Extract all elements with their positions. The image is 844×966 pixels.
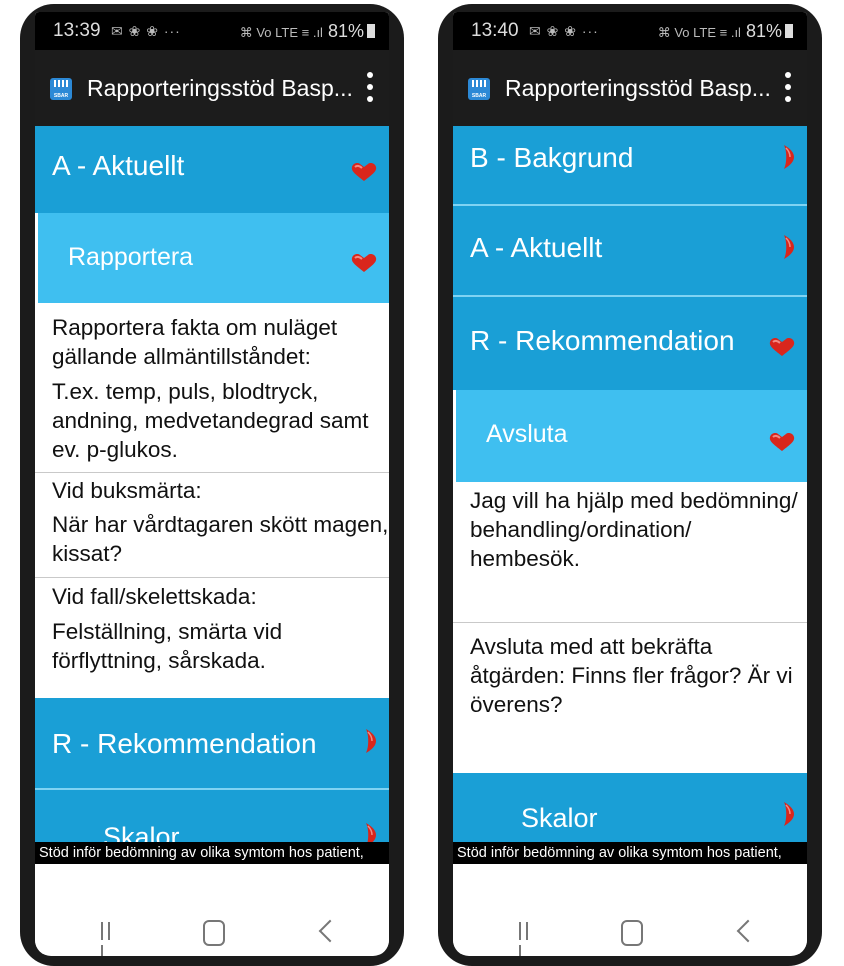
section-a-aktuellt[interactable]: A - Aktuellt bbox=[35, 126, 389, 213]
app-bar: SBAR Rapporteringsstöd Basp... bbox=[35, 50, 389, 126]
subsection-rapportera[interactable]: Rapportera bbox=[35, 213, 389, 303]
divider bbox=[453, 622, 807, 623]
section-label: Skalor bbox=[521, 803, 598, 833]
text-line: T.ex. temp, puls, blodtryck, bbox=[52, 379, 319, 404]
status-time: 13:40 bbox=[471, 20, 519, 41]
subsection-label: Avsluta bbox=[486, 420, 568, 448]
home-icon[interactable] bbox=[203, 920, 225, 946]
content-block: Avsluta med att bekräfta åtgärden: Finns… bbox=[453, 632, 807, 719]
status-bar: 13:40 ✉ ❀ ❀ ··· ⌘ Vo LTE ≡ .ıl 81% bbox=[453, 12, 807, 50]
text-line: Avsluta med att bekräfta bbox=[470, 634, 713, 659]
battery-level: 81% bbox=[327, 21, 364, 41]
app-title: Rapporteringsstöd Basp... bbox=[87, 75, 353, 101]
phone-right: 13:40 ✉ ❀ ❀ ··· ⌘ Vo LTE ≡ .ıl 81% SBAR … bbox=[438, 4, 822, 966]
status-right: ⌘ Vo LTE ≡ .ıl 81% bbox=[240, 12, 375, 52]
phone-screen: 13:39 ✉ ❀ ❀ ··· ⌘ Vo LTE ≡ .ıl 81% SBAR … bbox=[35, 12, 389, 956]
accordion-content: B - Bakgrund A - Aktuellt R - Rekommenda… bbox=[453, 126, 807, 956]
accordion-content: A - Aktuellt Rapportera Rapportera fakta… bbox=[35, 126, 389, 956]
footer-subtitle: Stöd inför bedömning av olika symtom hos… bbox=[35, 842, 389, 864]
notification-icons: ✉ ❀ ❀ ··· bbox=[111, 23, 181, 39]
text-line: förflyttning, sårskada. bbox=[52, 648, 266, 673]
text-line: åtgärden: Finns fler frågor? Är vi bbox=[470, 663, 793, 688]
content-block: Vid fall/skelettskada: bbox=[35, 582, 389, 611]
content-block: Felställning, smärta vid förflyttning, s… bbox=[35, 617, 389, 675]
text-line: Felställning, smärta vid bbox=[52, 619, 283, 644]
phone-screen: 13:40 ✉ ❀ ❀ ··· ⌘ Vo LTE ≡ .ıl 81% SBAR … bbox=[453, 12, 807, 956]
footer-subtitle: Stöd inför bedömning av olika symtom hos… bbox=[453, 842, 807, 864]
section-r-rekommendation[interactable]: R - Rekommendation bbox=[453, 297, 807, 390]
heart-expanded-icon bbox=[769, 338, 795, 356]
section-r-rekommendation[interactable]: R - Rekommendation bbox=[35, 698, 389, 790]
text-line: ev. p-glukos. bbox=[52, 437, 178, 462]
text-line: När har vårdtagaren skött magen, bbox=[52, 512, 389, 537]
text-line: Rapportera fakta om nuläget bbox=[52, 315, 338, 340]
subsection-label: Rapportera bbox=[68, 243, 194, 271]
network-icons: ⌘ Vo LTE ≡ .ıl bbox=[657, 25, 741, 40]
back-icon[interactable] bbox=[318, 919, 342, 943]
battery-icon bbox=[785, 24, 793, 38]
app-logo-icon: SBAR bbox=[468, 78, 490, 100]
app-title: Rapporteringsstöd Basp... bbox=[505, 75, 771, 101]
app-bar: SBAR Rapporteringsstöd Basp... bbox=[453, 50, 807, 126]
text-line: kissat? bbox=[52, 541, 123, 566]
section-a-aktuellt[interactable]: A - Aktuellt bbox=[453, 206, 807, 297]
overflow-menu-icon[interactable] bbox=[367, 72, 373, 102]
status-time: 13:39 bbox=[53, 20, 101, 41]
text-line: andning, medvetandegrad samt bbox=[52, 408, 369, 433]
section-label: R - Rekommendation bbox=[52, 728, 317, 759]
chevron-right-icon bbox=[784, 802, 794, 826]
android-nav-bar bbox=[453, 864, 807, 956]
section-label: A - Aktuellt bbox=[52, 150, 185, 181]
heart-expanded-icon bbox=[769, 433, 795, 451]
text-line: behandling/ordination/ bbox=[470, 517, 692, 542]
heart-expanded-icon bbox=[351, 163, 377, 181]
divider bbox=[35, 472, 389, 473]
section-label: A - Aktuellt bbox=[470, 232, 603, 263]
content-block: När har vårdtagaren skött magen, kissat? bbox=[35, 510, 389, 568]
text-line: hembesök. bbox=[470, 546, 581, 571]
text-line: Vid buksmärta: bbox=[52, 478, 202, 503]
battery-icon bbox=[367, 24, 375, 38]
chevron-right-icon bbox=[784, 235, 794, 259]
subsection-avsluta[interactable]: Avsluta bbox=[453, 390, 807, 482]
recent-apps-icon[interactable] bbox=[101, 922, 119, 956]
content-block: T.ex. temp, puls, blodtryck, andning, me… bbox=[35, 377, 389, 464]
text-line: Vid fall/skelettskada: bbox=[52, 584, 257, 609]
android-nav-bar bbox=[35, 864, 389, 956]
text-line: Jag vill ha hjälp med bedömning/ bbox=[470, 488, 798, 513]
overflow-menu-icon[interactable] bbox=[785, 72, 791, 102]
notification-icons: ✉ ❀ ❀ ··· bbox=[529, 23, 599, 39]
status-bar: 13:39 ✉ ❀ ❀ ··· ⌘ Vo LTE ≡ .ıl 81% bbox=[35, 12, 389, 50]
content-block: Vid buksmärta: bbox=[35, 476, 389, 505]
battery-level: 81% bbox=[745, 21, 782, 41]
heart-expanded-icon bbox=[351, 254, 377, 272]
chevron-right-icon bbox=[784, 145, 794, 169]
chevron-right-icon bbox=[366, 729, 376, 753]
content-block: Jag vill ha hjälp med bedömning/ behandl… bbox=[453, 486, 807, 573]
home-icon[interactable] bbox=[621, 920, 643, 946]
divider bbox=[35, 577, 389, 578]
section-label: B - Bakgrund bbox=[470, 142, 634, 173]
text-line: överens? bbox=[470, 692, 563, 717]
content-block: Rapportera fakta om nuläget gällande all… bbox=[35, 313, 389, 371]
status-right: ⌘ Vo LTE ≡ .ıl 81% bbox=[658, 12, 793, 52]
section-label: R - Rekommendation bbox=[470, 325, 735, 356]
app-logo-icon: SBAR bbox=[50, 78, 72, 100]
section-b-bakgrund[interactable]: B - Bakgrund bbox=[453, 126, 807, 206]
text-line: gällande allmäntillståndet: bbox=[52, 344, 311, 369]
recent-apps-icon[interactable] bbox=[519, 922, 537, 956]
phone-left: 13:39 ✉ ❀ ❀ ··· ⌘ Vo LTE ≡ .ıl 81% SBAR … bbox=[20, 4, 404, 966]
back-icon[interactable] bbox=[736, 919, 760, 943]
network-icons: ⌘ Vo LTE ≡ .ıl bbox=[239, 25, 323, 40]
